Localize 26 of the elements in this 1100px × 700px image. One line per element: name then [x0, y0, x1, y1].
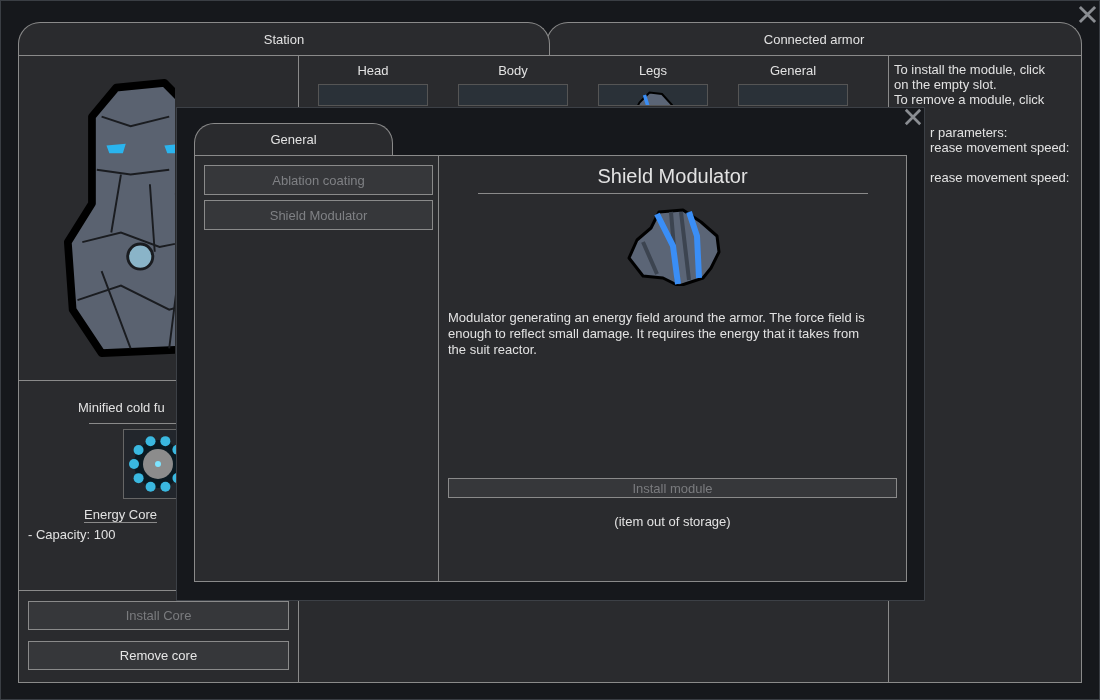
core-stat: - Capacity: 100 — [28, 527, 116, 542]
slot-label: Head — [357, 62, 389, 80]
help-text: rease movement speed: — [929, 140, 1071, 155]
core-button[interactable]: Remove core — [28, 641, 289, 670]
help-text: To remove a module, click — [894, 92, 1046, 107]
category-tab[interactable]: General — [194, 123, 393, 155]
module-list-item[interactable]: Ablation coating — [204, 165, 433, 195]
module-slot[interactable] — [598, 84, 708, 106]
module-list-item[interactable]: Shield Modulator — [204, 200, 433, 230]
help-text: on the empty slot. — [894, 77, 998, 92]
module-title: Shield Modulator — [477, 165, 868, 194]
help-text: rease movement speed: — [929, 170, 1071, 185]
slot-label: Legs — [638, 62, 668, 80]
module-slot[interactable] — [458, 84, 568, 106]
help-text: r parameters: — [929, 125, 1009, 140]
help-text: To install the module, click — [894, 62, 1046, 77]
slot-label: General — [769, 62, 817, 80]
module-slot[interactable] — [738, 84, 848, 106]
slot-label: Body — [498, 62, 528, 80]
close-icon[interactable] — [904, 108, 922, 126]
core-name: Energy Core — [84, 507, 157, 523]
module-description: Modulator generating an energy field around the armor. The force field is enough to reflect small damage. It requires the energy that it takes from the suit reactor. — [448, 310, 866, 358]
core-title: Minified cold fu — [78, 400, 165, 415]
status-note: (item out of storage) — [614, 514, 731, 529]
close-icon[interactable] — [1078, 5, 1097, 24]
module-slot[interactable] — [318, 84, 428, 106]
